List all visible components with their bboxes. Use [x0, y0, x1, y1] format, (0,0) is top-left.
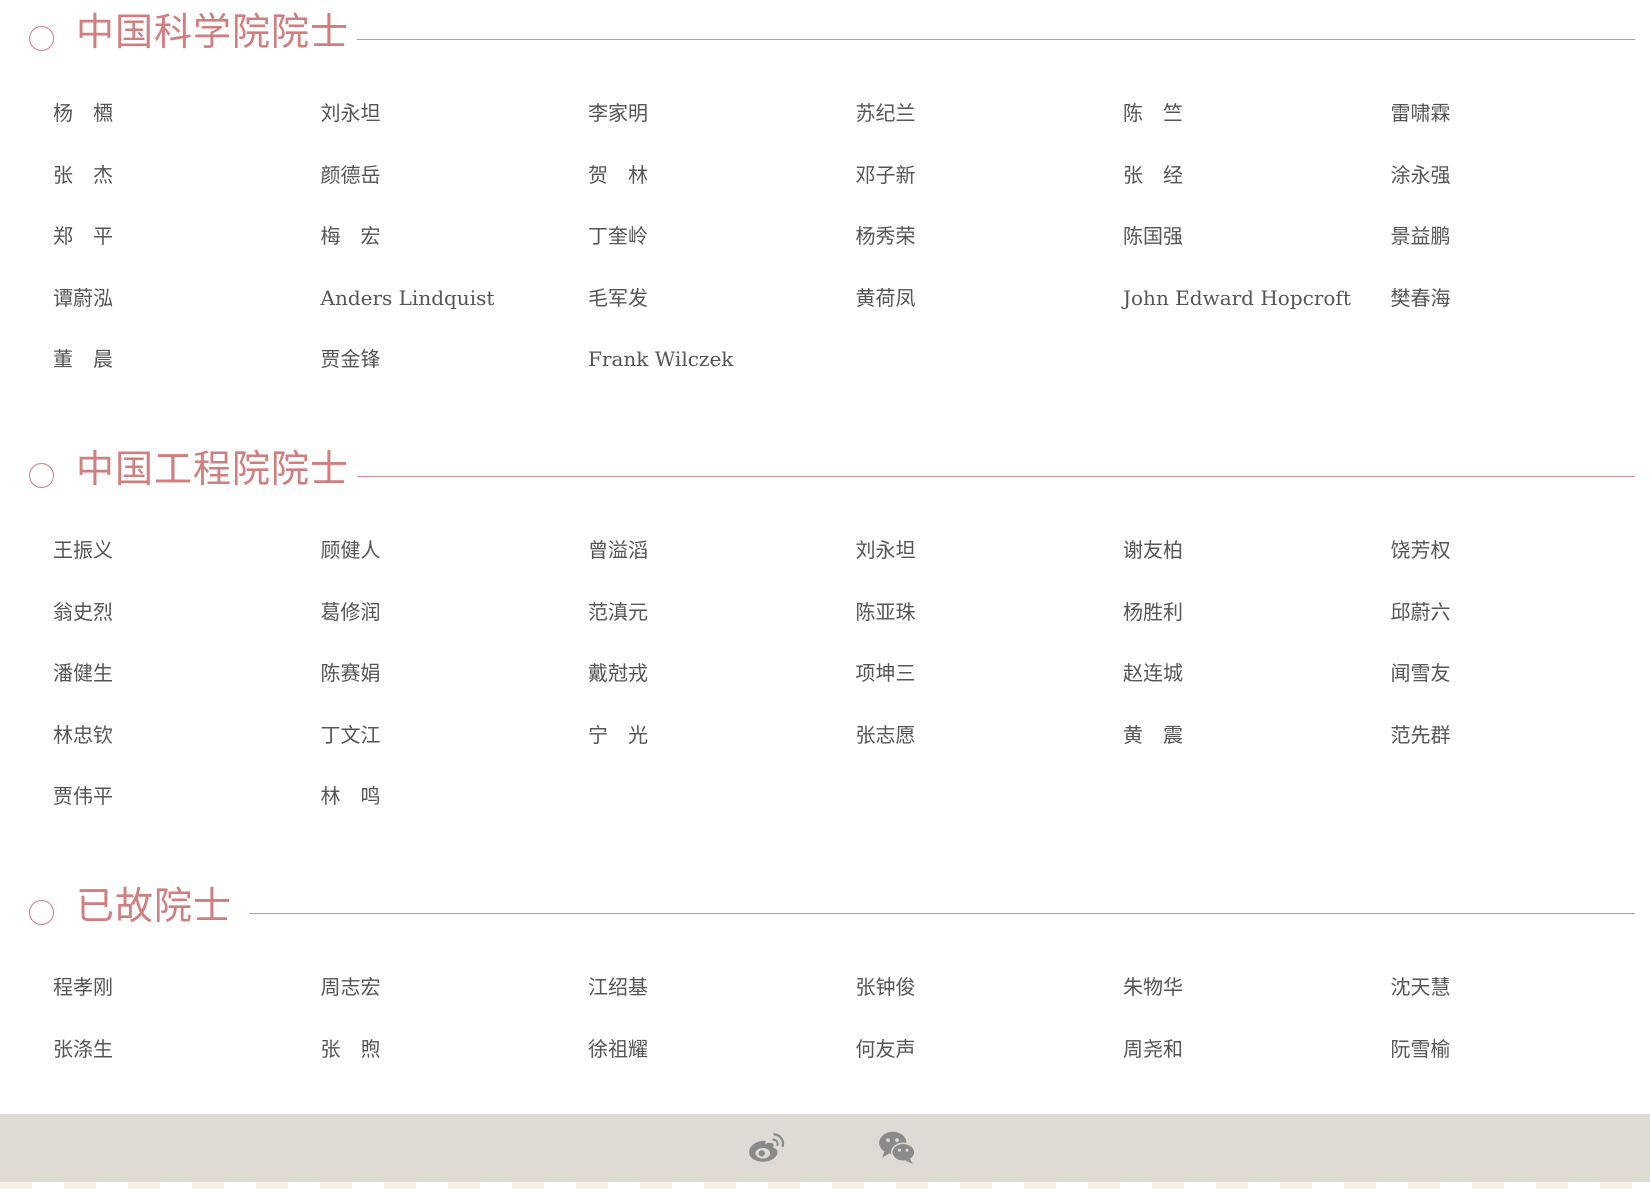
name-item[interactable]: 戴尅戎 [588, 660, 648, 686]
name-item[interactable]: 潘健生 [53, 660, 113, 686]
name-item[interactable]: 贺 林 [588, 162, 648, 188]
circle-icon [29, 900, 54, 925]
name-item[interactable]: 贾金锋 [321, 346, 381, 372]
name-item[interactable]: 董 晨 [53, 346, 113, 372]
name-item[interactable]: 杨秀荣 [856, 223, 916, 249]
cae-section-title: 中国工程院院士 [76, 447, 350, 491]
name-item[interactable]: 贾伟平 [53, 783, 113, 809]
name-item[interactable]: 顾健人 [321, 537, 381, 563]
name-item[interactable]: 郑 平 [53, 223, 113, 249]
name-item[interactable]: 王振义 [53, 537, 113, 563]
name-item[interactable]: 陈 竺 [1123, 100, 1183, 126]
name-item[interactable]: 项坤三 [856, 660, 916, 686]
name-item[interactable]: 葛修润 [321, 599, 381, 625]
section-divider [357, 476, 1635, 477]
wechat-icon[interactable] [876, 1126, 918, 1168]
name-item[interactable]: 张钟俊 [856, 974, 916, 1000]
name-item[interactable]: 江绍基 [588, 974, 648, 1000]
cas-section: 中国科学院院士 杨 槱 刘永坦 李家明 苏纪兰 陈 竺 雷啸霖张 杰 颜德岳 贺 林 邓子新 张 … [0, 10, 1650, 371]
name-item[interactable]: 刘永坦 [856, 537, 916, 563]
name-item[interactable]: 徐祖耀 [588, 1036, 648, 1062]
cas-section-title: 中国科学院院士 [76, 10, 350, 54]
name-item[interactable]: 丁文江 [321, 722, 381, 748]
name-item[interactable]: 张志愿 [856, 722, 916, 748]
cae-section-header: 中国工程院院士 [0, 447, 1650, 511]
name-item[interactable]: 朱物华 [1123, 974, 1183, 1000]
section-divider [249, 913, 1635, 914]
name-item[interactable]: 梅 宏 [321, 223, 381, 249]
name-item[interactable]: 林 鸣 [321, 783, 381, 809]
name-item[interactable]: 曾溢滔 [588, 537, 648, 563]
name-item[interactable]: 周志宏 [321, 974, 381, 1000]
name-item[interactable]: 颜德岳 [321, 162, 381, 188]
deceased-section-title: 已故院士 [76, 884, 233, 928]
name-item[interactable]: 谭蔚泓 [53, 285, 113, 311]
name-item[interactable]: 张涤生 [53, 1036, 113, 1062]
name-item[interactable]: 张 杰 [53, 162, 113, 188]
name-item[interactable]: 涂永强 [1391, 162, 1451, 188]
name-item[interactable]: 何友声 [856, 1036, 916, 1062]
name-item[interactable]: 沈天慧 [1391, 974, 1451, 1000]
name-item[interactable]: 范先群 [1391, 722, 1451, 748]
name-item[interactable]: 周尧和 [1123, 1036, 1183, 1062]
name-item[interactable]: 陈国强 [1123, 223, 1183, 249]
footer-pattern-strip [0, 1182, 1650, 1189]
name-item[interactable]: 陈赛娟 [321, 660, 381, 686]
deceased-section: 已故院士 程孝刚 周志宏 江绍基 张钟俊 朱物华 沈天慧张涤生 张 煦 徐祖耀 何友声 周尧和 阮雪… [0, 884, 1650, 1061]
name-item[interactable]: John Edward Hopcroft [1123, 285, 1351, 311]
name-item[interactable]: 翁史烈 [53, 599, 113, 625]
name-item[interactable]: 陈亚珠 [856, 599, 916, 625]
name-item[interactable]: 林忠钦 [53, 722, 113, 748]
name-item[interactable]: 黄荷凤 [856, 285, 916, 311]
cas-section-header: 中国科学院院士 [0, 10, 1650, 74]
name-item[interactable]: 宁 光 [588, 722, 648, 748]
name-item[interactable]: 李家明 [588, 100, 648, 126]
name-item[interactable]: 丁奎岭 [588, 223, 648, 249]
cae-section: 中国工程院院士 王振义 顾健人 曾溢滔 刘永坦 谢友柏 饶芳权翁史烈 葛修润 范滇元 陈亚珠 杨胜… [0, 447, 1650, 808]
name-item[interactable]: 邱蔚六 [1391, 599, 1451, 625]
section-divider [357, 39, 1635, 40]
name-item[interactable]: 张 经 [1123, 162, 1183, 188]
name-item[interactable]: 阮雪榆 [1391, 1036, 1451, 1062]
page: 中国科学院院士 杨 槱刘永坦 李家明 苏纪兰陈 竺雷啸霖张 杰颜德岳贺 林邓子新张 … [0, 0, 1650, 1189]
weibo-icon[interactable] [746, 1126, 788, 1168]
name-item[interactable]: 刘永坦 [321, 100, 381, 126]
name-item[interactable]: 张 煦 [321, 1036, 381, 1062]
name-item[interactable]: 谢友柏 [1123, 537, 1183, 563]
footer [0, 1114, 1650, 1182]
name-item[interactable]: Anders Lindquist [321, 285, 495, 311]
circle-icon [29, 26, 54, 51]
circle-icon [29, 463, 54, 488]
deceased-section-header: 已故院士 [0, 884, 1650, 948]
name-item[interactable]: 闻雪友 [1391, 660, 1451, 686]
name-item[interactable]: 景益鹏 [1391, 223, 1451, 249]
name-item[interactable]: Frank Wilczek [588, 346, 733, 372]
name-item[interactable]: 赵连城 [1123, 660, 1183, 686]
name-item[interactable]: 范滇元 [588, 599, 648, 625]
name-item[interactable]: 饶芳权 [1391, 537, 1451, 563]
name-item[interactable]: 黄 震 [1123, 722, 1183, 748]
name-item[interactable]: 毛军发 [588, 285, 648, 311]
name-item[interactable]: 杨胜利 [1123, 599, 1183, 625]
name-item[interactable]: 樊春海 [1391, 285, 1451, 311]
name-item[interactable]: 雷啸霖 [1391, 100, 1451, 126]
name-item[interactable]: 邓子新 [856, 162, 916, 188]
name-item[interactable]: 程孝刚 [53, 974, 113, 1000]
name-item[interactable]: 杨 槱 [53, 100, 113, 126]
name-item[interactable]: 苏纪兰 [856, 100, 916, 126]
